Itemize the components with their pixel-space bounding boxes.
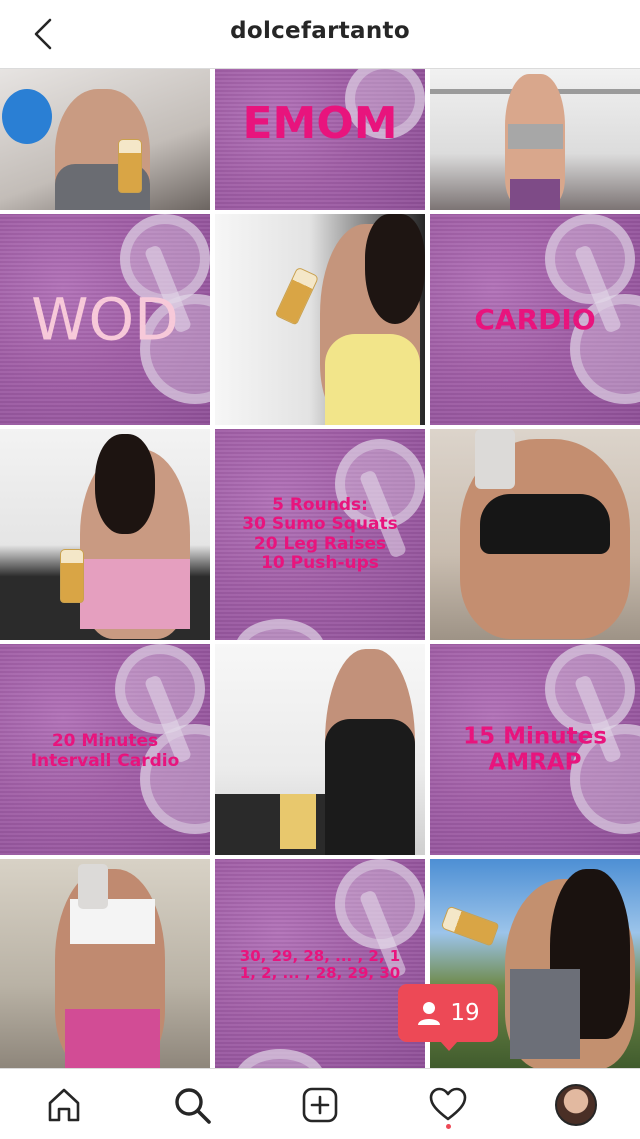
profile-avatar: [555, 1084, 597, 1126]
phone-icon: [78, 864, 108, 909]
post-tile-6[interactable]: CARDIO: [430, 214, 640, 425]
post-text: 20 Minutes Intervall Cardio: [30, 731, 180, 771]
home-icon: [48, 1088, 80, 1122]
bottle-icon: [60, 549, 84, 603]
photo-content-bottom: [65, 1009, 160, 1068]
post-tile-14[interactable]: 30, 29, 28, ... , 2, 1 1, 2, ... , 28, 2…: [215, 859, 425, 1068]
photo-content-bottom: [510, 179, 560, 210]
post-tile-10[interactable]: 20 Minutes Intervall Cardio: [0, 644, 210, 855]
add-post-icon: [302, 1087, 338, 1123]
post-tile-2[interactable]: EMOM: [215, 69, 425, 210]
tab-home[interactable]: [42, 1083, 86, 1127]
photo-content-bottom: [80, 559, 190, 629]
photo-content-top: [325, 334, 420, 425]
post-tile-12[interactable]: 15 Minutes AMRAP: [430, 644, 640, 855]
notification-count: 19: [450, 1000, 480, 1026]
follower-notification-badge[interactable]: 19: [398, 984, 498, 1051]
post-text: CARDIO: [474, 302, 596, 336]
photo-content-top: [325, 719, 415, 855]
weight-plate-icon: [235, 619, 325, 640]
post-text: EMOM: [242, 98, 398, 149]
post-tile-3[interactable]: [430, 69, 640, 210]
box-icon: [280, 794, 316, 849]
posts-grid: EMOM WOD CARDIO 5 Rounds: 30 Sumo Squats…: [0, 69, 640, 1068]
photo-content-top: [480, 494, 610, 554]
tab-search[interactable]: [170, 1083, 214, 1127]
tab-profile[interactable]: [554, 1083, 598, 1127]
search-icon: [175, 1088, 211, 1124]
post-tile-4[interactable]: WOD: [0, 214, 210, 425]
kettlebell-icon: [2, 89, 52, 144]
page-title: dolcefartanto: [230, 18, 410, 44]
bottom-tab-bar: [0, 1068, 640, 1139]
post-text: 30, 29, 28, ... , 2, 1 1, 2, ... , 28, 2…: [239, 946, 401, 982]
post-tile-1[interactable]: [0, 69, 210, 210]
phone-icon: [475, 429, 515, 489]
activity-indicator-dot: [446, 1124, 451, 1129]
hair: [95, 434, 155, 534]
weight-plate-icon: [235, 1049, 325, 1068]
post-text: WOD: [31, 285, 179, 354]
heart-icon: [429, 1087, 467, 1121]
bottle-icon: [274, 266, 320, 326]
photo-content-top: [510, 969, 580, 1059]
hair: [365, 214, 425, 324]
post-tile-11[interactable]: [215, 644, 425, 855]
bottle-icon: [118, 139, 142, 193]
post-tile-9[interactable]: [430, 429, 640, 640]
tab-activity[interactable]: [426, 1083, 470, 1127]
post-tile-5[interactable]: [215, 214, 425, 425]
post-tile-7[interactable]: [0, 429, 210, 640]
tab-new-post[interactable]: [298, 1083, 342, 1127]
top-bar: dolcefartanto: [0, 0, 640, 69]
post-tile-8[interactable]: 5 Rounds: 30 Sumo Squats 20 Leg Raises 1…: [215, 429, 425, 640]
bottle-icon: [440, 905, 500, 947]
photo-content-top: [508, 124, 563, 149]
post-text: 5 Rounds: 30 Sumo Squats 20 Leg Raises 1…: [242, 494, 398, 574]
post-text: 15 Minutes AMRAP: [463, 723, 607, 776]
person-icon: [418, 1002, 441, 1025]
post-tile-13[interactable]: [0, 859, 210, 1068]
